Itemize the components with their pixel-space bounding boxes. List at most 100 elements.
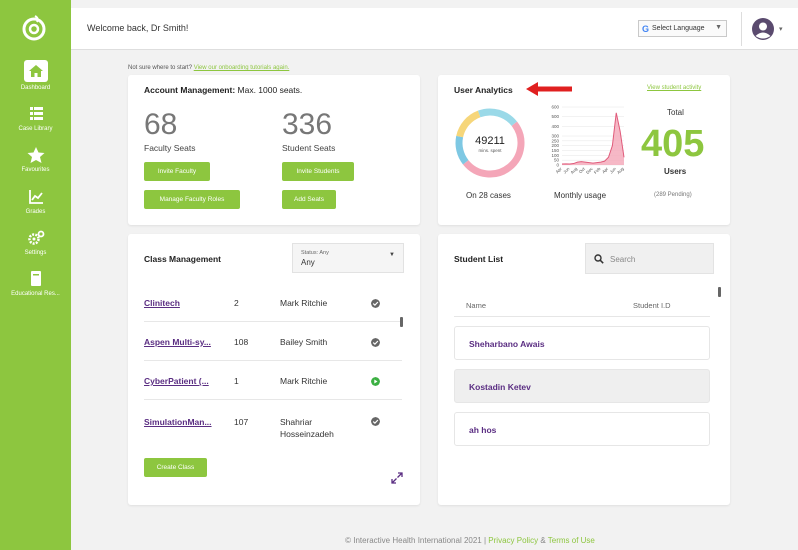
sidebar-item-case-library[interactable]: Case Library [0,105,71,132]
view-student-activity-link[interactable]: View student activity [647,85,701,91]
donut-slice [477,108,518,127]
users-label: Users [664,167,687,176]
create-class-button[interactable]: Create Class [144,458,207,477]
add-seats-button[interactable]: Add Seats [282,190,336,209]
column-header-student-id[interactable]: Student I.D [633,301,671,310]
class-name-link[interactable]: Aspen Multi-sy... [144,337,211,347]
sidebar-item-grades[interactable]: Grades [0,188,71,215]
student-list-title: Student List [454,254,504,264]
faculty-seats-count: 68 [144,108,178,141]
donut-slice [455,135,469,165]
sidebar-item-label: Educational Res... [11,291,60,297]
student-search-input[interactable]: Search [585,243,714,274]
y-tick-label: 400 [551,124,559,129]
check-circle-icon [371,299,380,308]
chevron-down-icon: ▼ [389,252,395,258]
x-tick-label: Aug [616,166,625,175]
pending-count: (289 Pending) [654,192,692,198]
column-header-name[interactable]: Name [466,301,486,310]
class-management-title: Class Management [144,254,221,264]
onboarding-link[interactable]: View our onboarding tutorials again. [194,65,290,71]
book-icon [30,271,41,286]
faculty-seats-label: Faculty Seats [144,143,196,153]
student-row[interactable]: ah hos [454,412,710,446]
sidebar-item-label: Dashboard [20,85,51,91]
invite-faculty-button[interactable]: Invite Faculty [144,162,210,181]
onboarding-note: Not sure where to start? View our onboar… [128,65,289,71]
class-name-link[interactable]: CyberPatient (... [144,376,209,386]
expand-icon[interactable] [391,472,403,484]
class-count: 107 [234,417,249,427]
footer: © Interactive Health International 2021 … [0,536,798,545]
student-list-scrollbar[interactable] [718,287,721,297]
class-name-link[interactable]: SimulationMan... [144,417,212,427]
y-tick-label: 100 [551,153,559,158]
sidebar-item-label: Favourites [21,167,50,173]
total-label: Total [667,108,684,117]
y-tick-label: 250 [551,138,559,143]
privacy-policy-link[interactable]: Privacy Policy [488,536,538,545]
class-name-link[interactable]: Clinitech [144,298,180,308]
sidebar-item-favourites[interactable]: Favourites [0,146,71,173]
language-select[interactable]: G Select Language ▼ [638,20,727,37]
y-tick-label: 150 [551,148,559,153]
student-seats-label: Student Seats [282,143,336,153]
class-row: Clinitech 2 Mark Ritchie [144,288,402,322]
chart-icon [28,190,43,204]
student-name: ah hos [469,425,497,435]
avatar[interactable] [751,17,775,41]
y-tick-label: 300 [551,134,559,139]
user-analytics-title: User Analytics [454,85,513,95]
footer-amp: & [540,536,546,545]
total-users-count: 405 [641,123,705,165]
top-header: Welcome back, Dr Smith! G Select Languag… [71,8,798,50]
search-placeholder: Search [610,255,636,264]
manage-faculty-roles-button[interactable]: Manage Faculty Roles [144,190,240,209]
class-list-scrollbar[interactable] [400,317,403,327]
user-analytics-card: User Analytics View student activity 492… [438,75,730,225]
invite-students-button[interactable]: Invite Students [282,162,354,181]
student-row[interactable]: Sheharbano Awais [454,326,710,360]
sidebar: Dashboard Case Library Favourites Grades… [0,0,71,550]
area-series [562,112,624,165]
student-row[interactable]: Kostadin Ketev [454,369,710,403]
account-subtitle: Max. 1000 seats. [237,85,303,95]
sidebar-item-label: Case Library [18,126,53,132]
y-tick-label: 600 [551,105,559,110]
red-arrow-icon [526,82,572,96]
donut-chart: 49211 mins. spent [455,108,525,178]
list-icon [29,107,43,120]
y-tick-label: 50 [554,158,560,163]
class-owner: Bailey Smith [280,337,328,347]
welcome-text: Welcome back, Dr Smith! [87,23,189,33]
check-circle-icon [371,338,380,347]
terms-of-use-link[interactable]: Terms of Use [548,536,595,545]
gear-icon [27,230,44,245]
chevron-down-icon[interactable]: ▾ [779,25,783,33]
sidebar-item-educational-resources[interactable]: Educational Res... [0,270,71,297]
app-logo-icon[interactable] [21,14,47,42]
check-circle-icon [371,417,380,426]
class-row: Aspen Multi-sy... 108 Bailey Smith [144,327,402,361]
sidebar-item-label: Grades [25,209,46,215]
donut-subtitle: mins. spent [478,148,502,153]
student-name: Kostadin Ketev [469,382,531,392]
header-divider [741,12,742,46]
sidebar-item-settings[interactable]: Settings [0,229,71,256]
cases-label: On 28 cases [466,191,511,200]
y-tick-label: 500 [551,114,559,119]
class-count: 108 [234,337,249,347]
star-icon [27,147,44,163]
sidebar-item-label: Settings [24,250,47,256]
sidebar-item-dashboard[interactable]: Dashboard [0,60,71,91]
account-title: Account Management: Max. 1000 seats. [144,85,303,95]
status-filter-select[interactable]: Status: Any Any ▼ [292,243,404,273]
google-icon: G [642,23,650,34]
language-label: Select Language [652,25,705,32]
class-count: 1 [234,376,239,386]
status-filter-value: Any [301,258,315,267]
account-management-card: Account Management: Max. 1000 seats. 68 … [128,75,420,225]
donut-value: 49211 [475,135,505,147]
y-tick-label: 200 [551,143,559,148]
onboarding-prefix: Not sure where to start? [128,65,193,71]
